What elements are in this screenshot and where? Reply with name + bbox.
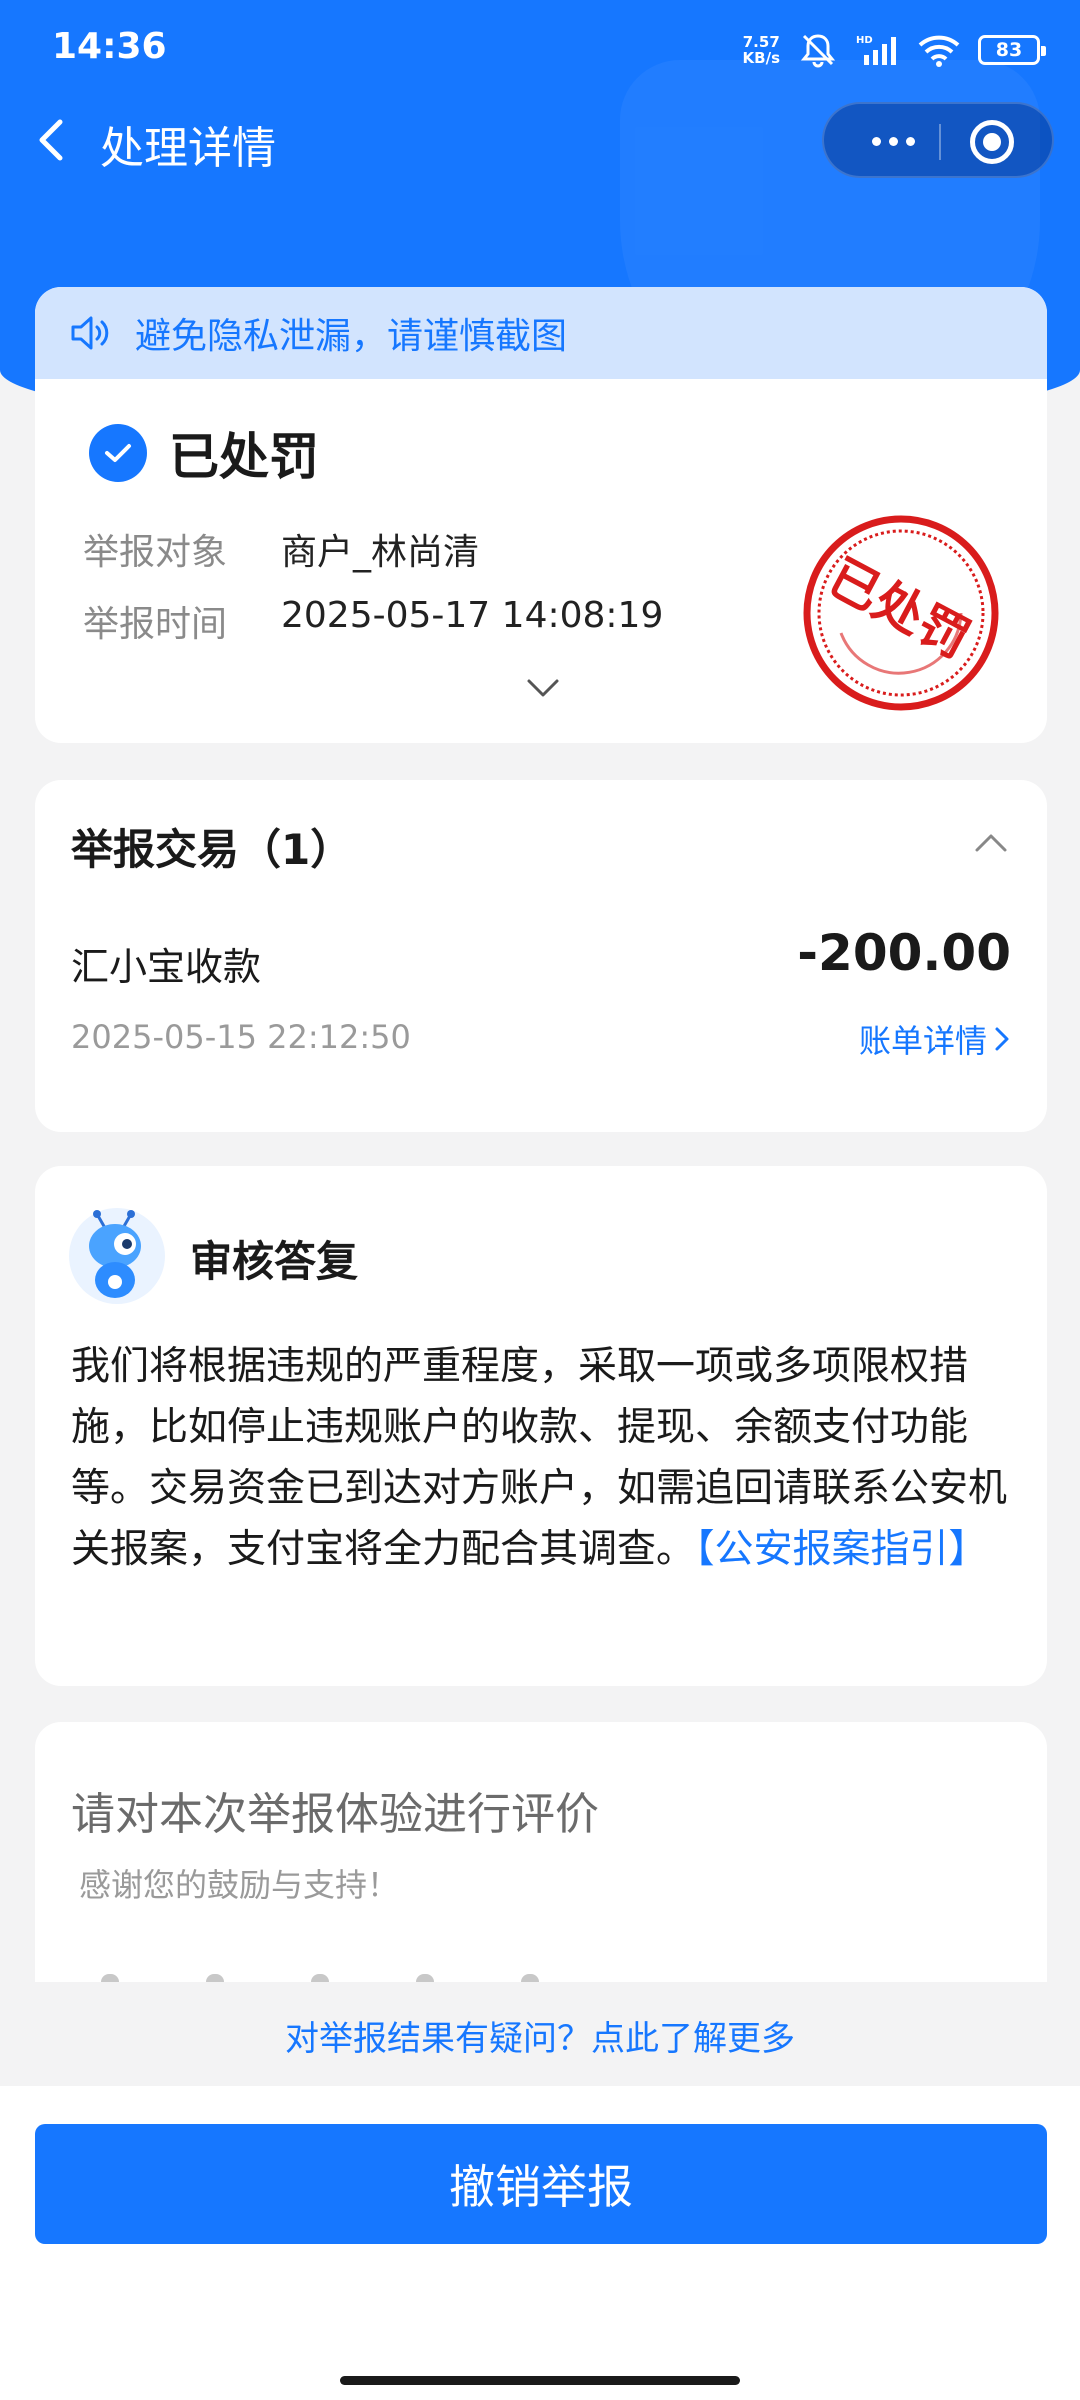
penalty-stamp: 已处罚 [801,513,1001,713]
close-target-icon[interactable] [970,120,1014,164]
mute-bell-icon [800,34,836,68]
speaker-icon [71,316,109,350]
rating-star-icon[interactable] [206,1974,224,1982]
transaction-date: 2025-05-15 22:12:50 [71,1018,411,1056]
question-link[interactable]: 对举报结果有疑问？点此了解更多 [285,2011,795,2060]
report-status: 已处罚 [89,417,319,489]
rating-subtitle: 感谢您的鼓励与支持！ [79,1866,400,1904]
footer: 撤销举报 [0,2086,1080,2400]
status-time: 14:36 [52,26,167,67]
status-label: 已处罚 [169,428,319,486]
transaction-amount: -200.00 [797,924,1011,982]
transaction-name: 汇小宝收款 [71,945,262,989]
more-icon[interactable] [858,118,928,164]
status-icons: 7.57 KB/s HD 83 [742,28,1046,72]
chevron-down-icon[interactable] [523,675,563,703]
rating-star-icon[interactable] [416,1974,434,1982]
mini-program-capsule [822,102,1054,178]
bill-detail-label: 账单详情 [858,1022,987,1060]
cancel-report-button[interactable]: 撤销举报 [35,2124,1047,2244]
ant-mascot-avatar [69,1208,165,1304]
page-title: 处理详情 [100,123,276,174]
bill-detail-link[interactable]: 账单详情 [859,1016,1011,1062]
rating-card: 请对本次举报体验进行评价 感谢您的鼓励与支持！ [35,1722,1047,1982]
chevron-up-icon[interactable] [971,828,1011,856]
chevron-right-icon [995,1027,1009,1051]
review-body: 我们将根据违规的严重程度，采取一项或多项限权措施，比如停止违规账户的收款、提现、… [71,1336,1021,1580]
info-label: 举报对象 [83,532,228,573]
info-label: 举报时间 [83,604,228,645]
network-speed: 7.57 KB/s [742,33,780,67]
info-row-time: 举报时间 2025-05-17 14:08:19 [83,595,663,647]
nav-bar: 处理详情 [0,100,1080,180]
capsule-divider [939,124,941,160]
signal-icon: HD [856,35,896,65]
privacy-notice-text: 避免隐私泄漏，请谨慎截图 [135,316,568,357]
rating-star-icon[interactable] [101,1974,119,1982]
home-indicator[interactable] [340,2376,740,2385]
wifi-icon [918,35,960,67]
question-bar: 对举报结果有疑问？点此了解更多 [0,1984,1080,2086]
reported-transactions-card: 举报交易（1） 汇小宝收款 -200.00 2025-05-15 22:12:5… [35,780,1047,1132]
police-report-guide-link[interactable]: 【公安报案指引】 [695,1527,988,1572]
back-arrow-icon[interactable] [30,116,78,164]
battery-icon: 83 [978,35,1046,65]
info-value: 2025-05-17 14:08:19 [281,595,664,636]
info-row-target: 举报对象 商户_林尚清 [83,523,479,575]
rating-title: 请对本次举报体验进行评价 [71,1789,599,1840]
review-reply-card: 审核答复 我们将根据违规的严重程度，采取一项或多项限权措施，比如停止违规账户的收… [35,1166,1047,1686]
review-title: 审核答复 [190,1237,359,1286]
transactions-title: 举报交易（1） [71,825,353,874]
svg-text:HD: HD [856,35,873,46]
status-bar: 14:36 7.57 KB/s HD 83 [0,0,1080,100]
info-value: 商户_林尚清 [281,532,480,573]
rating-star-icon[interactable] [521,1974,539,1982]
rating-star-icon[interactable] [311,1974,329,1982]
privacy-notice: 避免隐私泄漏，请谨慎截图 [35,287,1047,379]
report-status-card: 避免隐私泄漏，请谨慎截图 已处罚 举报对象 商户_林尚清 举报时间 2025-0… [35,287,1047,743]
check-circle-icon [89,424,147,482]
